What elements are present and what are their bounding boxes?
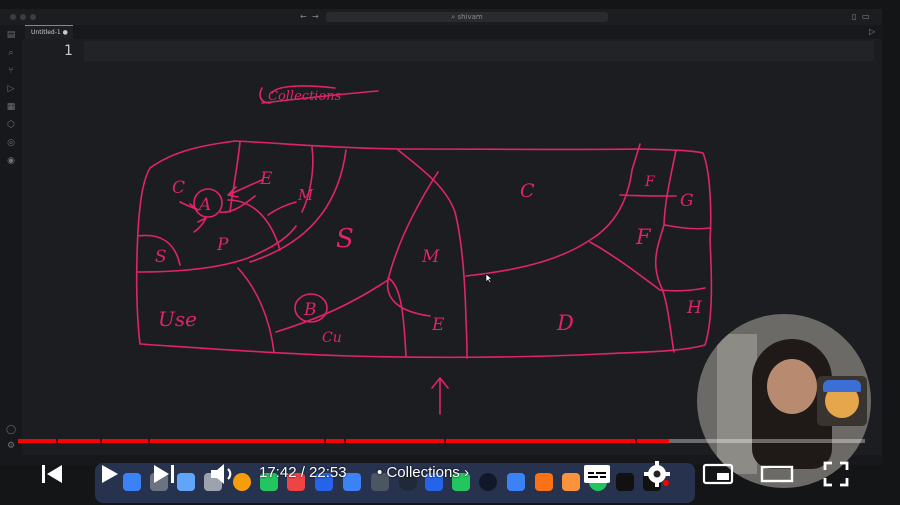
region-line — [249, 149, 347, 263]
drawing-title: Collections — [268, 89, 342, 104]
label-p: P — [216, 235, 229, 255]
arrow — [219, 195, 256, 214]
chapter-marker-0 — [55, 439, 58, 443]
region-line — [386, 171, 439, 317]
chapter-title[interactable]: • Collections › — [377, 464, 469, 482]
miniplayer-button[interactable] — [702, 462, 734, 486]
channel-avatar — [817, 376, 867, 426]
label-e2: E — [431, 315, 445, 335]
cap-icon — [823, 380, 861, 392]
label-s2: S — [336, 224, 354, 254]
play-button[interactable] — [96, 462, 122, 486]
region-line — [655, 149, 677, 353]
window-blinds — [717, 334, 757, 474]
label-h: H — [686, 298, 703, 318]
region-line — [227, 199, 281, 251]
safari-icon[interactable] — [177, 473, 195, 491]
video-frame[interactable]: ← → ⌕ shivam ▯ ▭ ▤ ⌕ ⑂ ▷ ▦ ⬡ ◎ ◉ ◯ ⚙ Unt… — [0, 0, 900, 505]
arrow — [193, 217, 207, 233]
fullscreen-button[interactable] — [822, 460, 850, 488]
label-cu: Cu — [322, 330, 342, 346]
person-face — [767, 359, 817, 414]
label-c2: C — [520, 180, 535, 202]
volume-button[interactable] — [208, 461, 238, 487]
region-line — [237, 267, 275, 353]
postman-icon[interactable] — [535, 473, 553, 491]
up-arrow — [431, 377, 449, 415]
label-m1: M — [297, 186, 314, 204]
time-display: 17:42 / 22:53 — [259, 464, 347, 481]
region-line — [589, 241, 706, 292]
label-f1: F — [644, 174, 656, 190]
subtitles-button[interactable] — [582, 462, 612, 486]
label-use: Use — [158, 307, 197, 331]
label-e1: E — [259, 169, 273, 189]
arrow — [267, 201, 297, 216]
label-d: D — [556, 311, 574, 335]
progress-bar[interactable] — [18, 439, 865, 443]
previous-button[interactable] — [38, 462, 66, 486]
obs-icon[interactable] — [479, 473, 497, 491]
label-c1: C — [172, 178, 185, 198]
label-s1: S — [155, 247, 167, 267]
chapter-marker-5 — [444, 439, 447, 443]
mouse-cursor-icon — [485, 273, 493, 284]
arrow — [179, 201, 199, 211]
chapter-marker-4 — [344, 439, 347, 443]
next-button[interactable] — [150, 462, 178, 486]
chevron-right-icon: › — [463, 464, 469, 481]
brave-icon[interactable] — [562, 473, 580, 491]
chapter-marker-3 — [324, 439, 327, 443]
region-line — [275, 279, 389, 333]
chapter-marker-1 — [100, 439, 103, 443]
region-line — [664, 224, 711, 230]
label-f2: F — [635, 225, 652, 249]
chapter-separator: • — [377, 464, 383, 481]
theater-mode-button[interactable] — [760, 462, 794, 486]
chapter-marker-6 — [635, 439, 638, 443]
finder-icon[interactable] — [123, 473, 141, 491]
chapter-marker-2 — [148, 439, 151, 443]
settings-gear-icon[interactable] — [642, 459, 672, 489]
label-m2: M — [421, 247, 440, 267]
label-a: A — [197, 195, 211, 215]
xcode-icon[interactable] — [507, 473, 525, 491]
label-g: G — [680, 191, 694, 211]
terminal-app-icon[interactable] — [616, 473, 634, 491]
chapter-label: Collections — [386, 464, 460, 481]
region-line — [387, 277, 407, 357]
label-b: B — [303, 300, 317, 320]
